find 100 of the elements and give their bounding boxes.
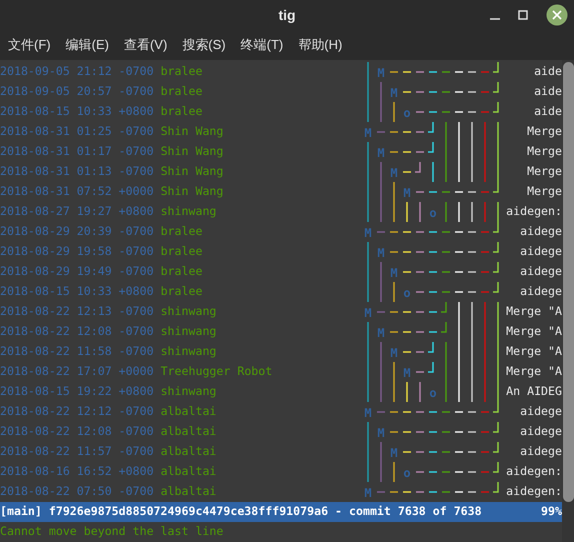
commit-message: aidege <box>520 263 562 280</box>
commit-author: Shin Wang <box>160 123 224 140</box>
window-title: tig <box>278 6 296 25</box>
graph-drawing: M <box>360 162 500 182</box>
commit-date: 2018-08-16 16:52 +0800 <box>0 463 154 480</box>
graph-drawing: o <box>360 382 500 402</box>
commit-message: Merge <box>527 183 562 200</box>
commit-date: 2018-08-22 12:13 -0700 <box>0 303 154 320</box>
commit-author: bralee <box>160 283 202 300</box>
status-text: [main] f7926e9875d8850724969c4479ce38fff91079a6 - commit 7638 of 7638 <box>0 503 482 520</box>
graph-drawing: M <box>360 122 500 142</box>
commit-message: Merge <box>527 143 562 160</box>
commit-author: Shin Wang <box>160 183 224 200</box>
graph-drawing: M <box>360 362 500 382</box>
commit-date: 2018-08-15 10:33 +0800 <box>0 103 154 120</box>
commit-message: aidege <box>520 243 562 260</box>
commit-date: 2018-08-31 07:52 +0000 <box>0 183 154 200</box>
commit-message: Merge "A <box>506 363 562 380</box>
commit-author: albaltai <box>160 463 216 480</box>
commit-date: 2018-08-31 01:25 -0700 <box>0 123 154 140</box>
menu-item[interactable]: 文件(F) <box>8 35 51 55</box>
commit-message: aidegen: <box>506 463 562 480</box>
commit-author: albaltai <box>160 483 216 500</box>
graph-drawing: M <box>360 142 500 162</box>
graph-drawing: M <box>360 182 500 202</box>
graph-drawing: M <box>360 262 500 282</box>
commit-date: 2018-08-22 17:07 +0000 <box>0 363 154 380</box>
commit-author: bralee <box>160 63 202 80</box>
commit-message: aide <box>534 103 562 120</box>
close-icon[interactable] <box>546 4 568 26</box>
commit-author: shinwang <box>160 303 216 320</box>
menu-item[interactable]: 查看(V) <box>124 35 168 55</box>
commit-date: 2018-08-15 19:22 +0800 <box>0 383 154 400</box>
commit-message: Merge "A <box>506 303 562 320</box>
commit-date: 2018-08-29 19:58 -0700 <box>0 243 154 260</box>
menu-item[interactable]: 编辑(E) <box>66 35 109 55</box>
commit-author: shinwang <box>160 203 216 220</box>
commit-message: An AIDEG <box>506 383 562 400</box>
commit-message: aidege <box>520 423 562 440</box>
commit-message: aide <box>534 83 562 100</box>
commit-date: 2018-08-29 19:49 -0700 <box>0 263 154 280</box>
commit-date: 2018-08-29 20:39 -0700 <box>0 223 154 240</box>
graph-drawing: M <box>360 222 500 242</box>
commit-message: Merge "A <box>506 343 562 360</box>
graph-drawing: M <box>360 422 500 442</box>
commit-message: Merge <box>527 123 562 140</box>
commit-author: bralee <box>160 263 202 280</box>
menu-item[interactable]: 帮助(H) <box>298 35 342 55</box>
menu-item[interactable]: 搜索(S) <box>182 35 226 55</box>
commit-message: aidege <box>520 443 562 460</box>
commit-message: aidegen: <box>506 483 562 500</box>
commit-date: 2018-08-22 11:57 -0700 <box>0 443 154 460</box>
commit-date: 2018-08-31 01:17 -0700 <box>0 143 154 160</box>
commit-date: 2018-08-27 19:27 +0800 <box>0 203 154 220</box>
commit-date: 2018-09-05 20:57 -0700 <box>0 83 154 100</box>
commit-date: 2018-08-22 12:12 -0700 <box>0 403 154 420</box>
maximize-icon[interactable] <box>518 10 528 20</box>
commit-author: shinwang <box>160 343 216 360</box>
commit-message: aidege <box>520 403 562 420</box>
commit-date: 2018-08-15 10:33 +0800 <box>0 283 154 300</box>
commit-author: Shin Wang <box>160 163 224 180</box>
commit-date: 2018-08-22 07:50 -0700 <box>0 483 154 500</box>
graph-drawing: M <box>360 302 500 322</box>
commit-author: Shin Wang <box>160 143 224 160</box>
commit-date: 2018-08-22 11:58 -0700 <box>0 343 154 360</box>
commit-message: aidege <box>520 223 562 240</box>
commit-author: albaltai <box>160 403 216 420</box>
commit-author: albaltai <box>160 423 216 440</box>
graph-drawing: M <box>360 442 500 462</box>
commit-date: 2018-09-05 21:12 -0700 <box>0 63 154 80</box>
graph-drawing: M <box>360 242 500 262</box>
commit-author: shinwang <box>160 383 216 400</box>
commit-message: Merge "A <box>506 323 562 340</box>
commit-message: aide <box>534 63 562 80</box>
commit-author: bralee <box>160 243 202 260</box>
graph-drawing: M <box>360 342 500 362</box>
graph-drawing: M <box>360 62 500 82</box>
graph-drawing: M <box>360 482 500 502</box>
graph-drawing: o <box>360 102 500 122</box>
graph-drawing: o <box>360 462 500 482</box>
commit-author: bralee <box>160 103 202 120</box>
graph-drawing: o <box>360 202 500 222</box>
scrollbar-thumb[interactable] <box>563 62 574 502</box>
commit-message: aidege <box>520 283 562 300</box>
graph-drawing: o <box>360 282 500 302</box>
graph-drawing: M <box>360 402 500 422</box>
graph-drawing: M <box>360 322 500 342</box>
commit-date: 2018-08-22 12:08 -0700 <box>0 423 154 440</box>
status-percent: 99% <box>541 503 562 520</box>
commit-author: bralee <box>160 83 202 100</box>
commit-author: bralee <box>160 223 202 240</box>
commit-author: albaltai <box>160 443 216 460</box>
graph-drawing: M <box>360 82 500 102</box>
status-message: Cannot move beyond the last line <box>0 523 224 540</box>
commit-date: 2018-08-31 01:13 -0700 <box>0 163 154 180</box>
commit-message: Merge <box>527 163 562 180</box>
commit-author: Treehugger Robot <box>160 363 272 380</box>
menu-item[interactable]: 终端(T) <box>240 35 284 55</box>
commit-message: aidegen: <box>506 203 562 220</box>
commit-date: 2018-08-22 12:08 -0700 <box>0 323 154 340</box>
